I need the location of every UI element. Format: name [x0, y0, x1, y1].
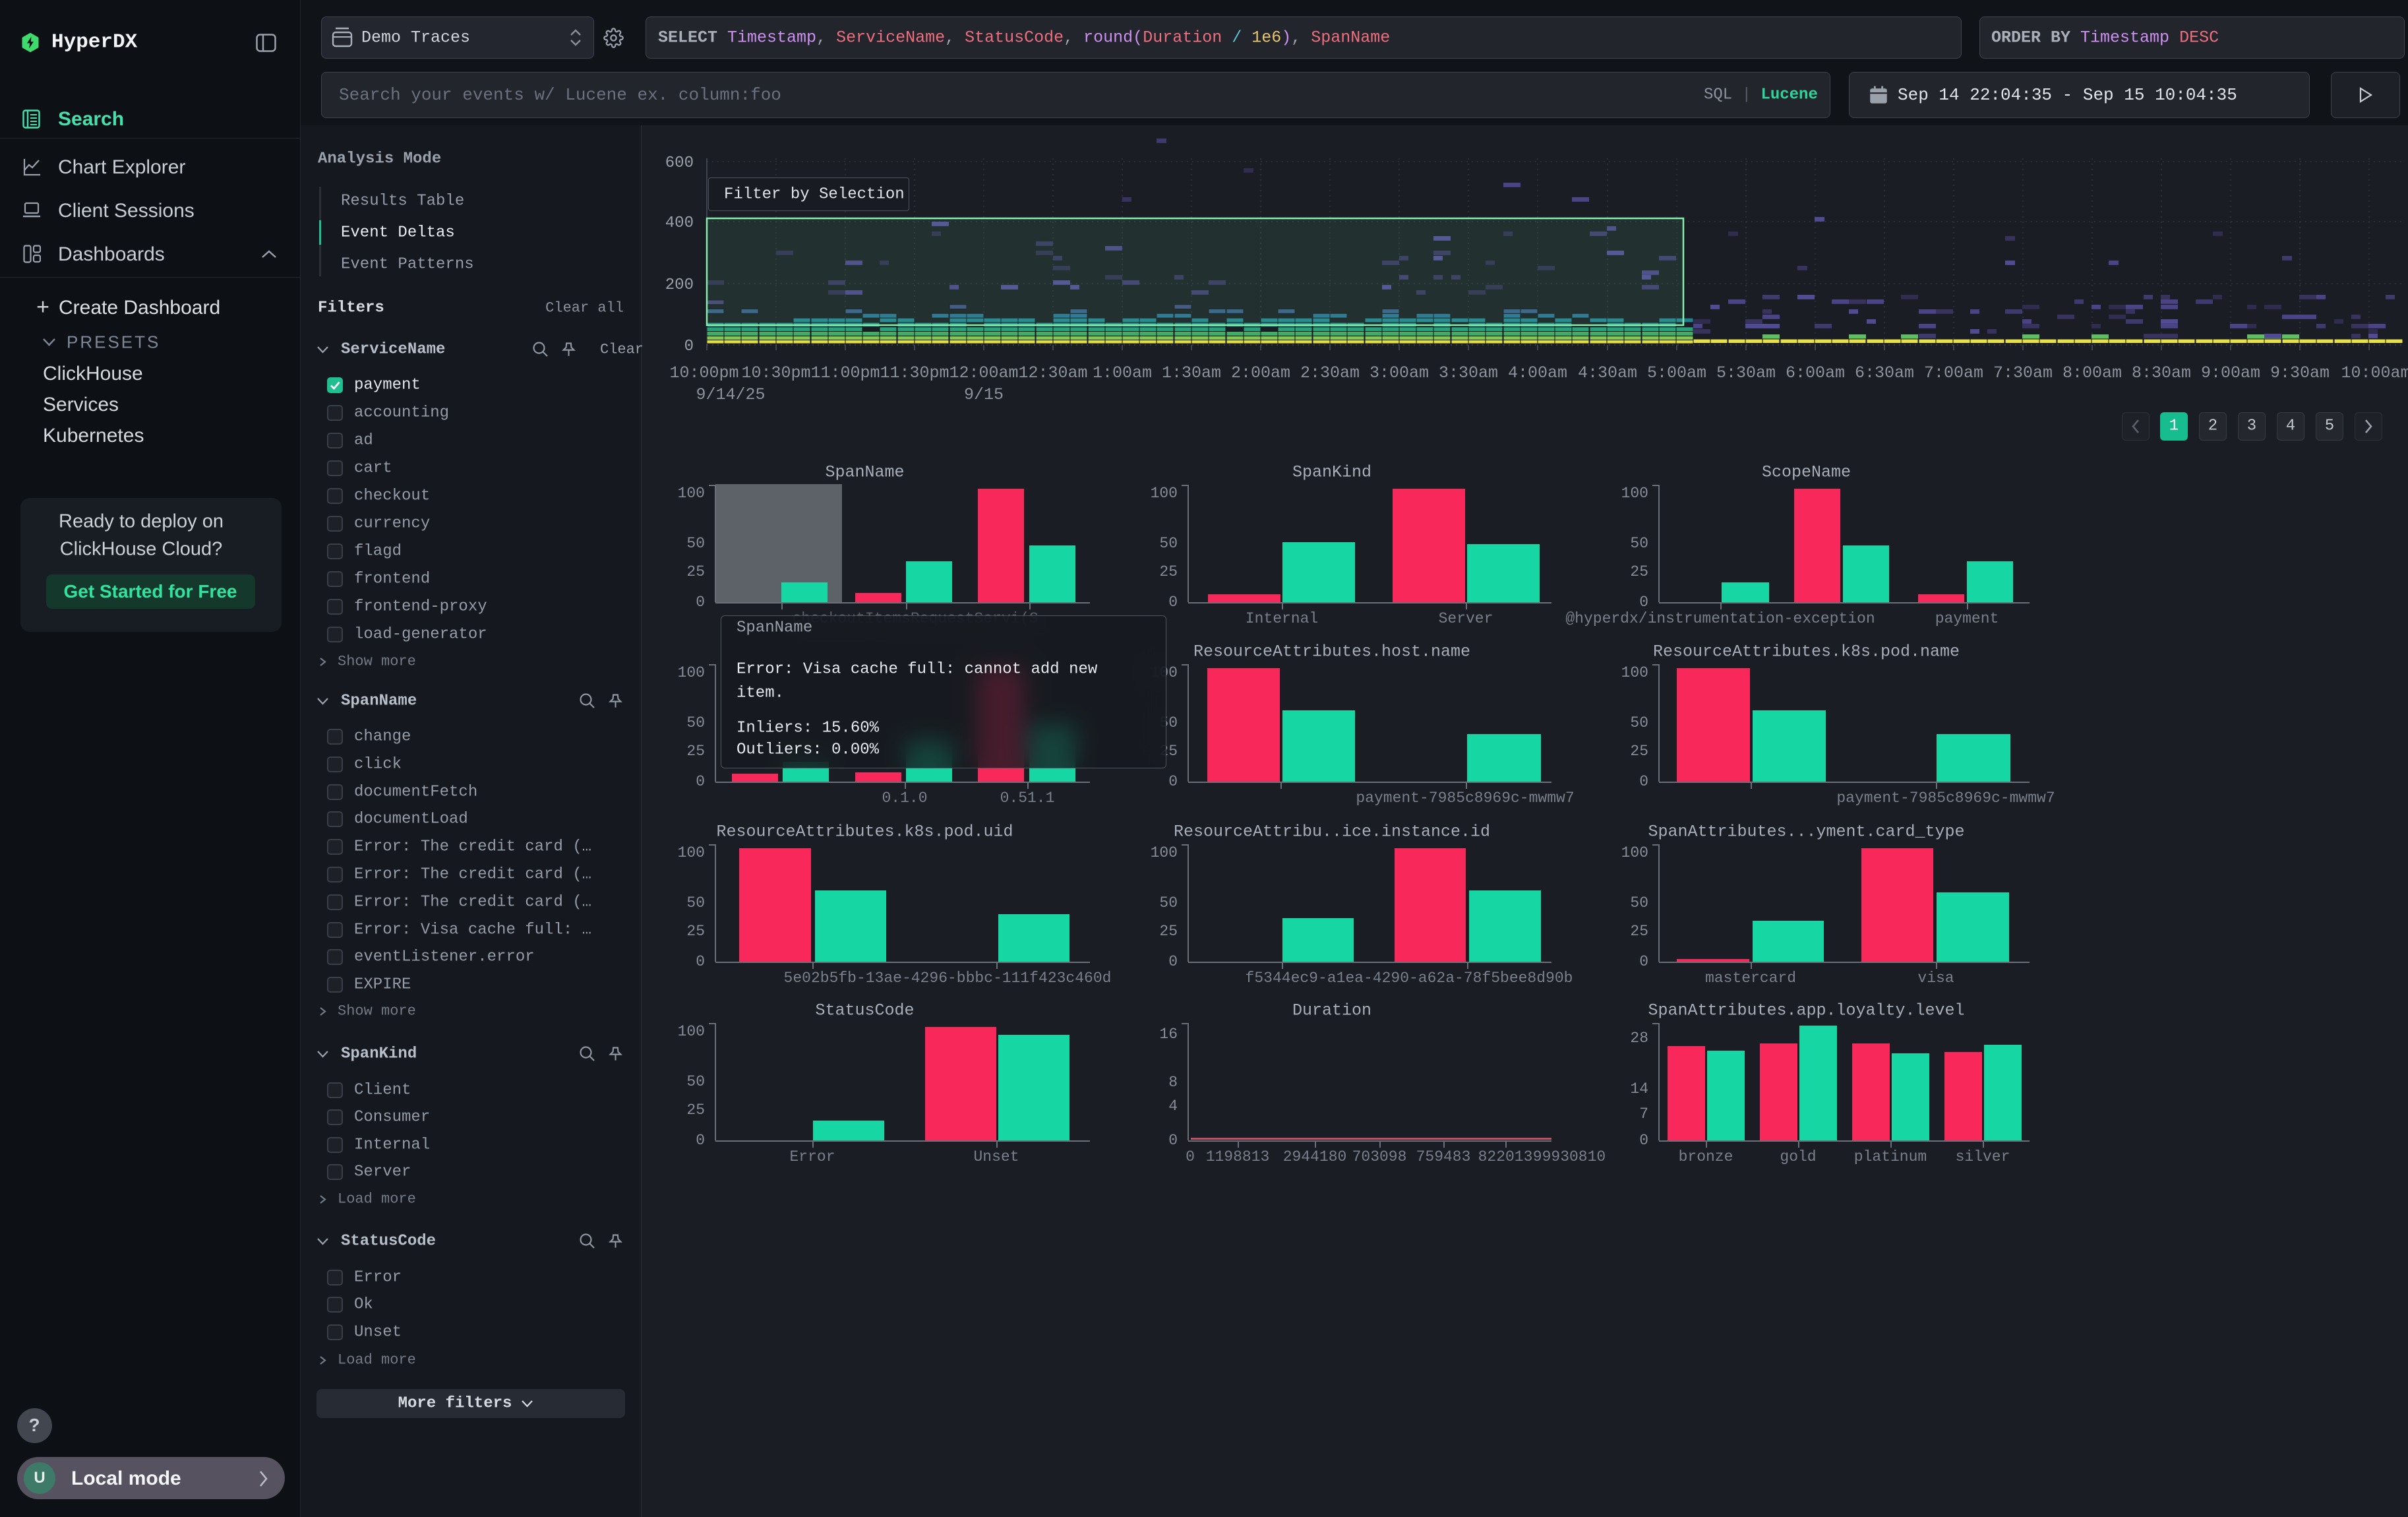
svg-text:2:00am: 2:00am [1231, 363, 1290, 383]
svg-text:11:30pm: 11:30pm [880, 363, 949, 383]
svg-text:600: 600 [665, 154, 694, 172]
svg-text:3:00am: 3:00am [1370, 363, 1429, 383]
svg-text:9/14/25: 9/14/25 [696, 385, 765, 404]
svg-text:10:00am: 10:00am [2341, 363, 2408, 383]
svg-text:10:30pm: 10:30pm [741, 363, 810, 383]
svg-text:1:30am: 1:30am [1162, 363, 1221, 383]
svg-text:9:00am: 9:00am [2201, 363, 2260, 383]
svg-text:11:00pm: 11:00pm [810, 363, 880, 383]
svg-text:4:30am: 4:30am [1578, 363, 1637, 383]
svg-text:8:30am: 8:30am [2132, 363, 2191, 383]
svg-text:0: 0 [684, 338, 694, 356]
svg-text:1:00am: 1:00am [1093, 363, 1152, 383]
svg-text:200: 200 [665, 276, 694, 294]
svg-text:400: 400 [665, 214, 694, 232]
svg-text:7:30am: 7:30am [1993, 363, 2053, 383]
svg-text:9:30am: 9:30am [2270, 363, 2330, 383]
svg-text:5:30am: 5:30am [1716, 363, 1776, 383]
svg-text:10:00pm: 10:00pm [669, 363, 738, 383]
svg-text:2:30am: 2:30am [1300, 363, 1360, 383]
svg-text:8:00am: 8:00am [2062, 363, 2122, 383]
svg-text:5:00am: 5:00am [1647, 363, 1706, 383]
svg-text:12:30am: 12:30am [1018, 363, 1087, 383]
svg-text:6:30am: 6:30am [1855, 363, 1914, 383]
svg-text:4:00am: 4:00am [1508, 363, 1567, 383]
svg-text:12:00am: 12:00am [949, 363, 1018, 383]
svg-text:3:30am: 3:30am [1439, 363, 1498, 383]
svg-text:6:00am: 6:00am [1786, 363, 1845, 383]
svg-text:9/15: 9/15 [964, 385, 1004, 404]
svg-text:7:00am: 7:00am [1924, 363, 1983, 383]
